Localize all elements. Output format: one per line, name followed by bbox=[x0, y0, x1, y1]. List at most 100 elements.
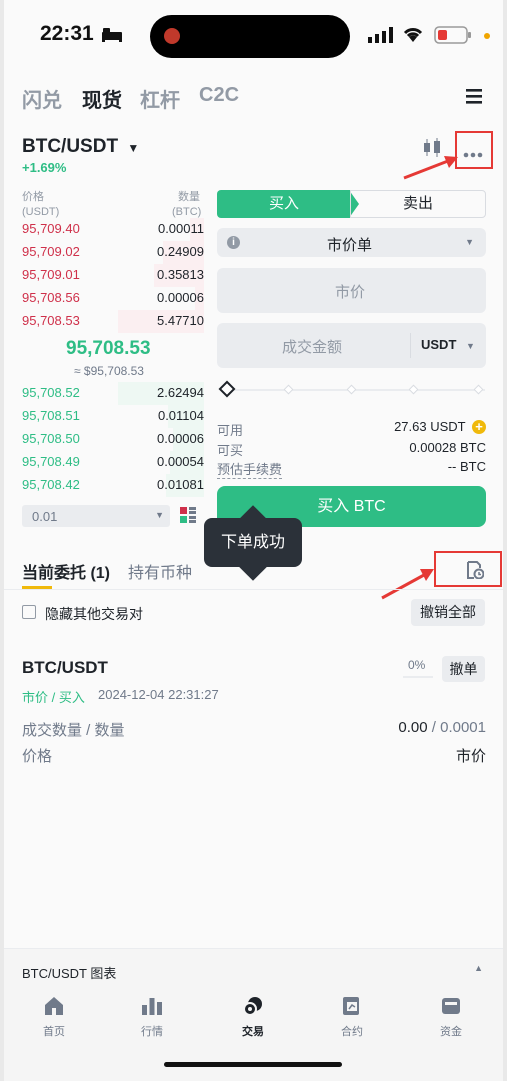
bid-price: 95,708.50 bbox=[22, 431, 80, 446]
annotation-box-history bbox=[434, 551, 502, 587]
orderbook-layout-icon[interactable] bbox=[180, 507, 196, 528]
order-progress: 0% bbox=[403, 658, 433, 678]
bid-price: 95,708.42 bbox=[22, 477, 80, 492]
amount-unit-select[interactable]: USDT ▼ bbox=[421, 337, 475, 352]
slider-step-icon bbox=[473, 384, 484, 395]
ask-row[interactable]: 95,708.56 0.00006 bbox=[4, 287, 204, 310]
tab-margin[interactable]: 杠杆 bbox=[140, 84, 180, 113]
chart-bar[interactable]: BTC/USDT 图表 ▲ bbox=[4, 948, 503, 986]
sleep-icon bbox=[102, 28, 122, 42]
dynamic-island bbox=[150, 15, 350, 58]
toast-message: 下单成功 bbox=[204, 518, 302, 567]
pair-name: BTC/USDT bbox=[22, 136, 119, 157]
pair-selector[interactable]: BTC/USDT ▼ bbox=[22, 136, 139, 158]
order-pair: BTC/USDT bbox=[22, 658, 108, 677]
status-time: 22:31 bbox=[40, 22, 94, 45]
tab-open-orders[interactable]: 当前委托 (1) bbox=[22, 559, 110, 583]
mid-price: 95,708.53 bbox=[66, 338, 151, 359]
section-divider bbox=[4, 589, 503, 590]
order-price-value: 市价 bbox=[455, 748, 486, 765]
bid-price: 95,708.49 bbox=[22, 454, 80, 469]
wifi-icon bbox=[402, 25, 424, 48]
bid-qty: 2.62494 bbox=[157, 385, 204, 400]
ask-row[interactable]: 95,709.40 0.00011 bbox=[4, 218, 204, 241]
tab-convert[interactable]: 闪兑 bbox=[22, 84, 62, 113]
bid-row[interactable]: 95,708.49 0.00054 bbox=[4, 451, 204, 474]
bid-row[interactable]: 95,708.52 2.62494 bbox=[4, 382, 204, 405]
order-type-value: 市价单 bbox=[327, 237, 373, 254]
amount-input[interactable]: 成交金额 USDT ▼ bbox=[217, 323, 486, 368]
nav-futures[interactable]: 合约 bbox=[322, 995, 382, 1039]
phone-screen: 22:31 闪兑 现货 杠杆 C2C BTC/USDT ▼ +1.69% 价格 … bbox=[4, 0, 503, 1081]
bid-qty: 0.00006 bbox=[157, 431, 204, 446]
can-buy-label: 可买 bbox=[217, 443, 244, 458]
wallet-icon bbox=[440, 995, 462, 1017]
tab-c2c[interactable]: C2C bbox=[199, 84, 239, 107]
bid-qty: 0.01081 bbox=[157, 477, 204, 492]
bid-qty: 0.01104 bbox=[157, 408, 204, 423]
bid-price: 95,708.52 bbox=[22, 385, 80, 400]
amount-slider[interactable] bbox=[217, 380, 486, 400]
ask-qty: 0.00011 bbox=[157, 221, 204, 236]
slider-handle-icon[interactable] bbox=[218, 380, 236, 398]
mid-price-usd: ≈ $95,708.53 bbox=[74, 364, 144, 378]
sell-tab[interactable]: 卖出 bbox=[350, 190, 486, 218]
ask-qty: 0.00006 bbox=[157, 290, 204, 305]
home-icon bbox=[43, 995, 65, 1017]
nav-assets-label: 资金 bbox=[440, 1026, 462, 1038]
orderbook-price-header: 价格 (USDT) bbox=[22, 191, 60, 218]
orderbook-bids: 95,708.52 2.62494 95,708.51 0.01104 95,708.5… bbox=[4, 382, 204, 499]
ask-row[interactable]: 95,709.01 0.35813 bbox=[4, 264, 204, 287]
precision-value: 0.01 bbox=[32, 509, 58, 524]
slider-step-icon bbox=[408, 384, 419, 395]
amount-unit: USDT bbox=[421, 337, 457, 352]
ask-price: 95,708.53 bbox=[22, 313, 80, 328]
ask-qty: 5.47710 bbox=[157, 313, 204, 328]
indicator-dot-icon bbox=[484, 33, 490, 39]
nav-assets[interactable]: 资金 bbox=[421, 995, 481, 1039]
ask-qty: 0.35813 bbox=[157, 267, 204, 282]
info-icon[interactable]: i bbox=[227, 236, 240, 249]
ask-row[interactable]: 95,709.02 0.24909 bbox=[4, 241, 204, 264]
tab-holdings[interactable]: 持有币种 bbox=[128, 559, 192, 583]
ask-row[interactable]: 95,708.53 5.47710 bbox=[4, 310, 204, 333]
ask-price: 95,709.02 bbox=[22, 244, 80, 259]
chart-expand-icon[interactable]: ▲ bbox=[474, 963, 483, 973]
nav-markets[interactable]: 行情 bbox=[122, 995, 182, 1039]
chart-bar-label: BTC/USDT 图表 bbox=[22, 966, 117, 981]
caret-down-icon: ▼ bbox=[127, 141, 140, 155]
price-placeholder: 市价 bbox=[335, 284, 366, 301]
status-bar: 22:31 bbox=[4, 0, 503, 70]
available-label: 可用 bbox=[217, 423, 244, 438]
trade-icon bbox=[242, 995, 264, 1017]
nav-trade[interactable]: 交易 bbox=[223, 995, 283, 1039]
order-type-select[interactable]: i 市价单 ▼ bbox=[217, 228, 486, 257]
cancel-order-button[interactable]: 撤单 bbox=[442, 656, 485, 682]
price-input[interactable]: 市价 bbox=[217, 268, 486, 313]
ask-price: 95,709.01 bbox=[22, 267, 80, 282]
buy-tab[interactable]: 买入 bbox=[217, 190, 351, 218]
nav-markets-label: 行情 bbox=[141, 1026, 163, 1038]
price-change: +1.69% bbox=[22, 160, 67, 175]
bid-price: 95,708.51 bbox=[22, 408, 80, 423]
tab-spot[interactable]: 现货 bbox=[82, 84, 122, 113]
deposit-plus-icon[interactable]: + bbox=[472, 420, 486, 434]
nav-home-label: 首页 bbox=[43, 1026, 65, 1038]
hide-others-checkbox[interactable] bbox=[22, 605, 36, 619]
nav-home[interactable]: 首页 bbox=[24, 995, 84, 1039]
bid-row[interactable]: 95,708.50 0.00006 bbox=[4, 428, 204, 451]
precision-select[interactable]: 0.01 ▼ bbox=[22, 505, 170, 527]
nav-trade-label: 交易 bbox=[242, 1026, 264, 1038]
available-value-row: 27.63 USDT + bbox=[394, 419, 486, 434]
ask-qty: 0.24909 bbox=[157, 244, 204, 259]
menu-icon[interactable] bbox=[466, 88, 482, 109]
home-indicator bbox=[164, 1062, 342, 1067]
precision-caret-icon: ▼ bbox=[155, 510, 164, 520]
fee-label[interactable]: 预估手续费 bbox=[217, 459, 283, 479]
cancel-all-button[interactable]: 撤销全部 bbox=[411, 599, 485, 626]
recording-dot-icon bbox=[164, 28, 180, 44]
bid-row[interactable]: 95,708.51 0.01104 bbox=[4, 405, 204, 428]
bid-row[interactable]: 95,708.42 0.01081 bbox=[4, 474, 204, 497]
slider-step-icon bbox=[346, 384, 357, 395]
filled-value-row: 0.00 / 0.0001 bbox=[398, 719, 486, 736]
